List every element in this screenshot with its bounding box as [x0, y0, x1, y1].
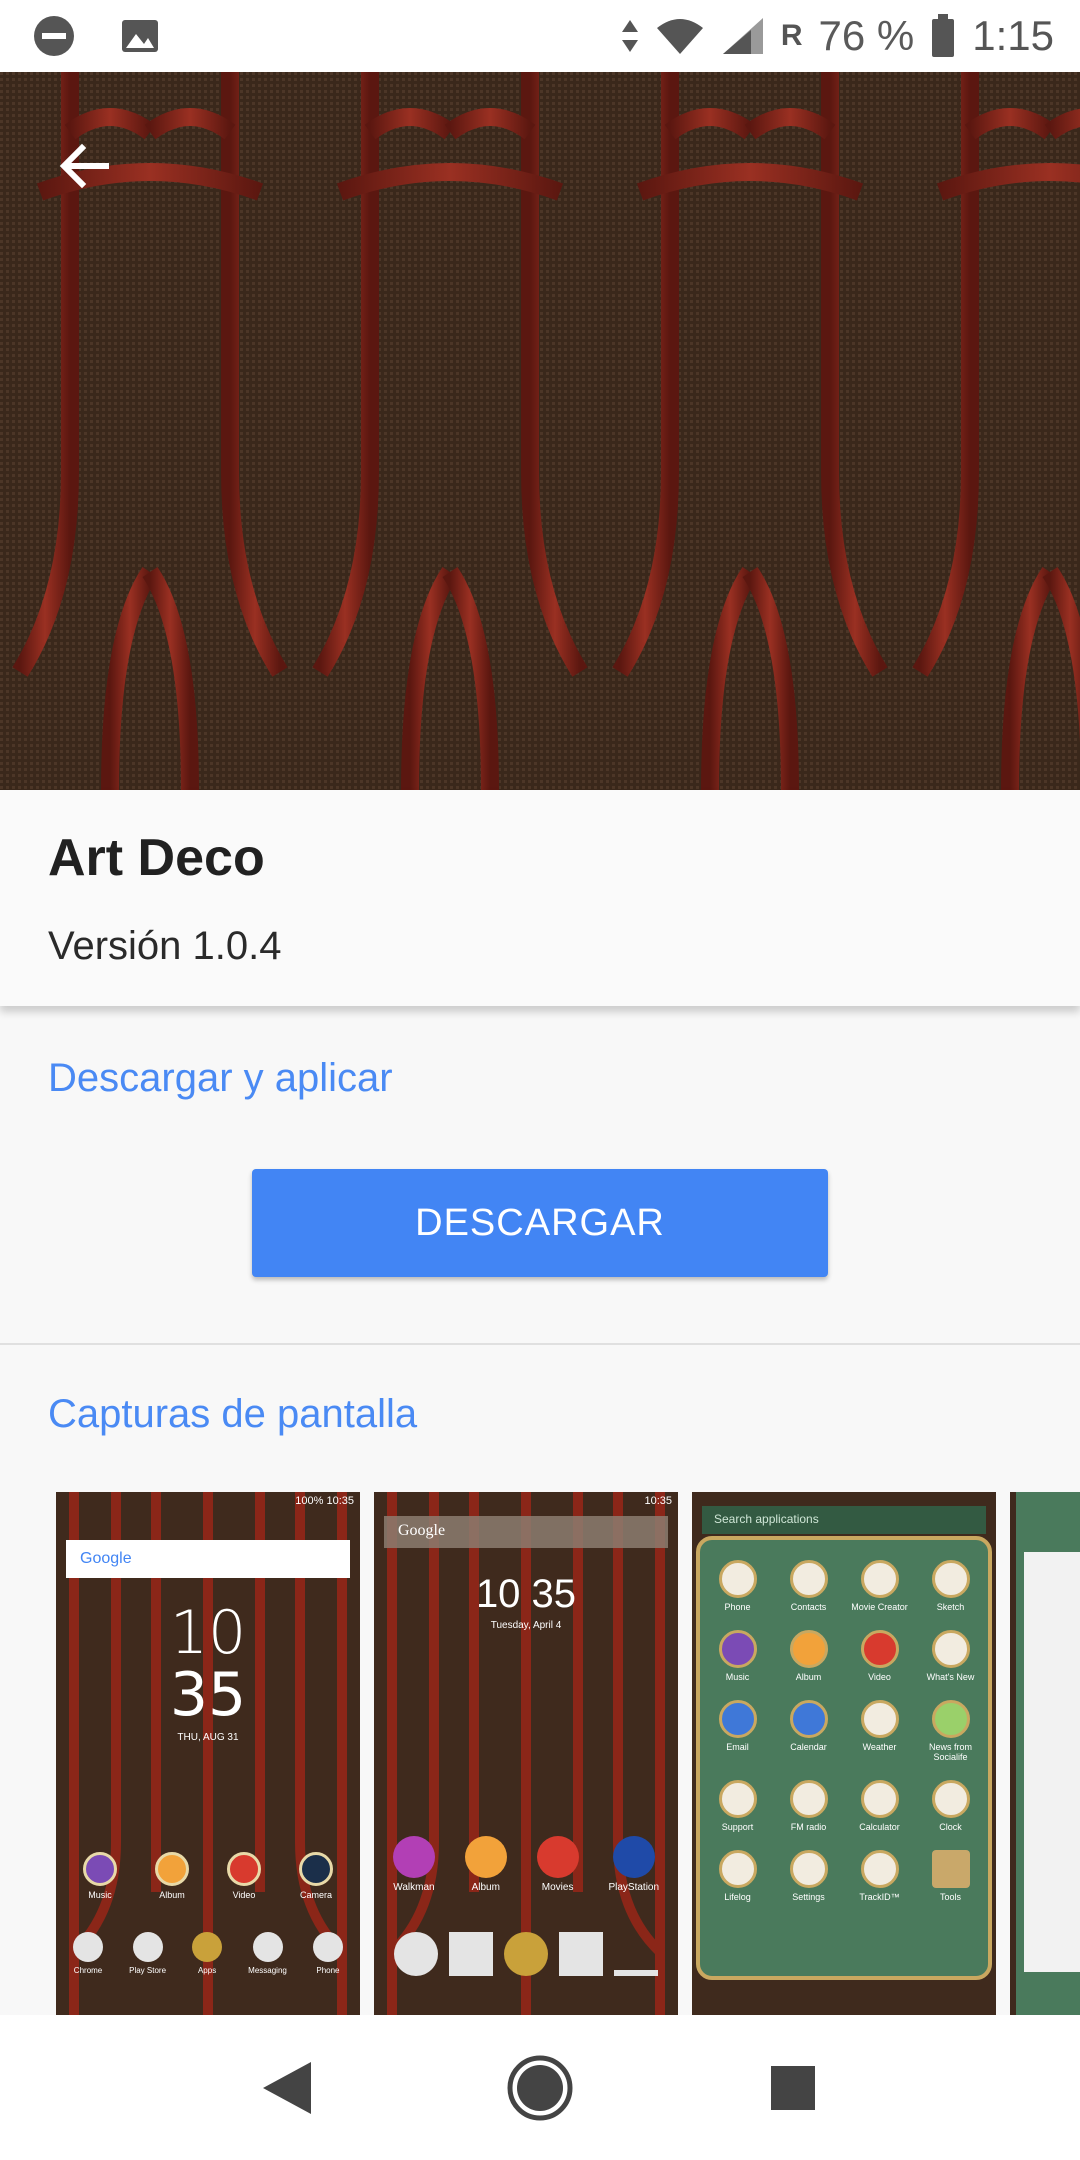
signal-icon [721, 16, 765, 56]
shot1-app-label: Camera [299, 1890, 332, 1900]
shot3-app-label: Video [868, 1672, 891, 1682]
shot3-app-label: Movie Creator [851, 1602, 908, 1612]
shot3-app-label: Lifelog [724, 1892, 751, 1902]
shot3-app-label: Calendar [790, 1742, 827, 1752]
shot1-dock-label: Apps [197, 1966, 217, 1975]
nav-back-button[interactable] [247, 2048, 327, 2128]
shot3-app-label: Contacts [790, 1602, 827, 1612]
shot2-clock: 10 35 [475, 1572, 577, 1616]
shot2-app-label: PlayStation [608, 1882, 660, 1893]
shot3-app-label: Sketch [936, 1602, 965, 1612]
shot1-dock-label: Chrome [73, 1966, 103, 1975]
back-button[interactable] [46, 128, 122, 204]
nav-home-button[interactable] [500, 2048, 580, 2128]
shot1-dock: Chrome Play Store Apps Messaging Phone [60, 1932, 356, 1975]
nav-recents-button[interactable] [753, 2048, 833, 2128]
data-transfer-icon [621, 16, 639, 56]
shot2-status: 10:35 [644, 1495, 672, 1507]
battery-percent: 76 % [818, 12, 915, 59]
shot3-app-label: Calculator [859, 1822, 900, 1832]
shot3-app-grid: Phone Contacts Movie Creator Sketch Musi… [702, 1560, 986, 1902]
download-section-heading: Descargar y aplicar [48, 1056, 393, 1100]
clock: 1:15 [972, 12, 1054, 59]
screenshot-carousel[interactable]: 100% 10:35 Google 10 35 THU, AUG 31 Musi… [0, 1492, 1080, 2015]
section-divider [0, 1343, 1080, 1345]
shot1-dock-label: Messaging [248, 1966, 287, 1975]
shot1-clock-minute: 35 [169, 1660, 247, 1730]
shot2-dock [388, 1932, 664, 1976]
shot1-app-row: Music Album Video Camera [64, 1852, 352, 1900]
shot2-app-label: Album [471, 1882, 500, 1893]
download-button[interactable]: DESCARGAR [252, 1169, 828, 1277]
shot3-app-label: Email [726, 1742, 749, 1752]
shot1-dock-label: Phone [316, 1966, 340, 1975]
shot1-app-label: Video [232, 1890, 256, 1900]
shot2-app-row: Walkman Album Movies PlayStation [378, 1836, 674, 1893]
recents-square-icon [771, 2065, 816, 2110]
back-triangle-icon [262, 2061, 311, 2114]
roaming-indicator: R [780, 19, 803, 52]
shot2-app-label: Movies [541, 1882, 574, 1893]
screenshot-thumbnail-3[interactable]: Search applications Phone Contacts Movie… [692, 1492, 996, 2015]
system-navigation-bar [0, 2015, 1080, 2160]
shot2-app-label: Walkman [393, 1882, 435, 1893]
image-notification-icon [120, 16, 160, 56]
home-circle-icon [507, 2055, 573, 2120]
shot3-app-label: News from Socialife [928, 1742, 972, 1762]
shot3-app-label: Tools [939, 1892, 961, 1902]
shot2-date: Tuesday, April 4 [490, 1620, 562, 1631]
theme-banner-image [0, 72, 1080, 790]
shot1-date: THU, AUG 31 [177, 1732, 239, 1743]
theme-title: Art Deco [48, 829, 265, 887]
wifi-icon [655, 16, 705, 56]
screenshot-thumbnail-1[interactable]: 100% 10:35 Google 10 35 THU, AUG 31 Musi… [56, 1492, 360, 2015]
shot3-app-label: TrackID™ [859, 1892, 900, 1902]
screenshot-thumbnail-4[interactable] [1010, 1492, 1080, 2015]
shot1-google-logo: Google [80, 1550, 132, 1567]
status-bar: R 76 % 1:15 [0, 0, 1080, 72]
shot3-app-label: What's New [926, 1672, 975, 1682]
shot3-app-label: Weather [862, 1742, 897, 1752]
theme-info-card: Art Deco Versión 1.0.4 [0, 790, 1080, 1006]
do-not-disturb-icon [32, 14, 76, 58]
battery-icon [930, 14, 956, 58]
shot3-app-label: Support [721, 1822, 754, 1832]
shot3-app-label: Clock [939, 1822, 962, 1832]
shot1-status: 100% 10:35 [295, 1495, 354, 1507]
shot2-google-logo: Google [398, 1522, 446, 1539]
shot1-app-label: Music [88, 1890, 112, 1900]
shot3-app-label: Music [725, 1672, 750, 1682]
shot3-app-label: FM radio [790, 1822, 827, 1832]
theme-version: Versión 1.0.4 [48, 924, 282, 968]
shot3-app-label: Phone [724, 1602, 751, 1612]
back-arrow-icon [59, 143, 109, 189]
shot3-app-label: Album [795, 1672, 822, 1682]
screenshots-section-heading: Capturas de pantalla [48, 1392, 418, 1436]
screenshot-thumbnail-2[interactable]: 10:35 Google 10 35 Tuesday, April 4 Walk… [374, 1492, 678, 2015]
shot1-dock-label: Play Store [129, 1966, 167, 1975]
shot1-clock-hour: 10 [169, 1598, 247, 1668]
shot3-app-label: Settings [792, 1892, 825, 1902]
shot3-search: Search applications [714, 1512, 819, 1526]
shot1-app-label: Album [159, 1890, 185, 1900]
